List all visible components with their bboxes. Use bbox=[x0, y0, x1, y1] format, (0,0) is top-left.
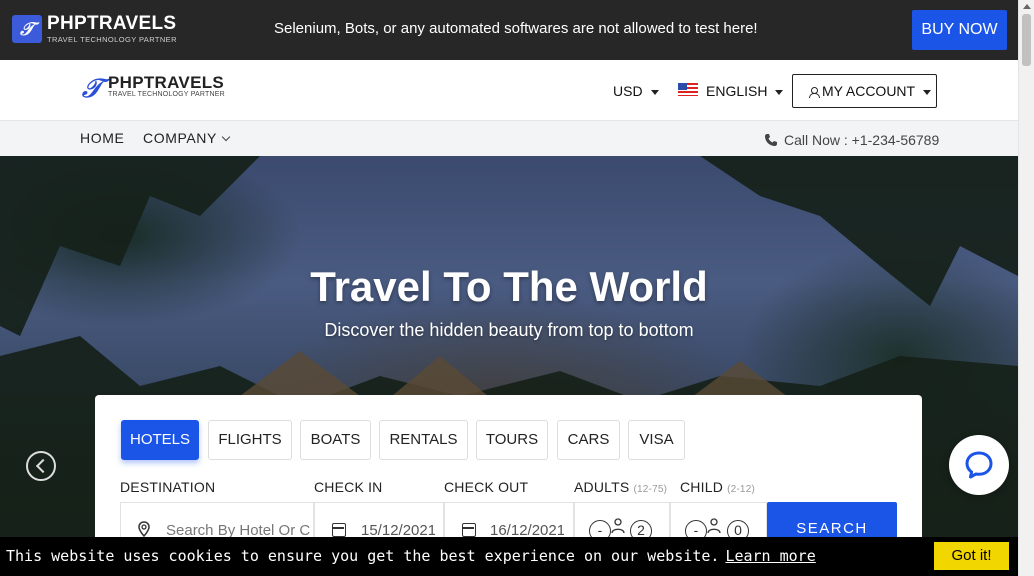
user-icon bbox=[809, 87, 820, 98]
currency-label: USD bbox=[613, 83, 643, 99]
map-pin-icon bbox=[138, 521, 150, 537]
adults-label: ADULTS bbox=[574, 479, 630, 495]
us-flag-icon bbox=[678, 83, 698, 96]
my-account-button[interactable]: MY ACCOUNT bbox=[792, 74, 937, 108]
tab-boats[interactable]: BOATS bbox=[300, 420, 371, 460]
person-icon bbox=[707, 518, 721, 534]
phone-icon bbox=[765, 134, 777, 146]
tab-cars[interactable]: CARS bbox=[557, 420, 620, 460]
caret-down-icon bbox=[923, 89, 932, 95]
caret-down-icon bbox=[775, 89, 784, 95]
page-scrollbar[interactable] bbox=[1018, 0, 1034, 576]
my-account-label: MY ACCOUNT bbox=[822, 83, 916, 99]
brand-logo-icon[interactable]: 𝒯 bbox=[12, 15, 42, 43]
destination-label: DESTINATION bbox=[120, 479, 216, 495]
site-logo-icon[interactable]: 𝒯 bbox=[82, 74, 106, 102]
calendar-icon bbox=[332, 523, 346, 537]
chevron-down-icon bbox=[221, 132, 231, 142]
nav-company-label: COMPANY bbox=[143, 130, 217, 146]
scroll-thumb[interactable] bbox=[1022, 14, 1031, 66]
hero-title: Travel To The World bbox=[310, 263, 708, 310]
child-label: CHILD bbox=[680, 479, 724, 495]
checkin-label: CHECK IN bbox=[314, 479, 383, 495]
carousel-prev-arrow-icon[interactable] bbox=[26, 451, 56, 481]
adults-label-group: ADULTS (12-75) bbox=[574, 479, 667, 495]
language-label: ENGLISH bbox=[706, 83, 768, 99]
child-range: (2-12) bbox=[727, 484, 755, 495]
site-logo-name[interactable]: PHPTRAVELS bbox=[108, 73, 224, 93]
automation-notice: Selenium, Bots, or any automated softwar… bbox=[274, 20, 758, 37]
site-logo-tagline: TRAVEL TECHNOLOGY PARTNER bbox=[108, 91, 225, 98]
tab-rentals[interactable]: RENTALS bbox=[379, 420, 468, 460]
child-label-group: CHILD (2-12) bbox=[680, 479, 755, 495]
chat-widget-button[interactable] bbox=[949, 435, 1009, 495]
buy-now-button[interactable]: BUY NOW bbox=[912, 10, 1007, 50]
nav-home-link[interactable]: HOME bbox=[80, 130, 124, 146]
tab-flights[interactable]: FLIGHTS bbox=[208, 420, 292, 460]
hero-subtitle: Discover the hidden beauty from top to b… bbox=[324, 320, 694, 340]
cookie-text: This website uses cookies to ensure you … bbox=[6, 547, 720, 565]
chat-bubble-icon bbox=[965, 451, 993, 479]
top-bar: 𝒯 PHPTRAVELS TRAVEL TECHNOLOGY PARTNER S… bbox=[0, 0, 1018, 60]
checkout-label: CHECK OUT bbox=[444, 479, 529, 495]
brand-name[interactable]: PHPTRAVELS bbox=[47, 13, 176, 35]
tab-visa[interactable]: VISA bbox=[628, 420, 685, 460]
call-now-text[interactable]: Call Now : +1-234-56789 bbox=[784, 132, 939, 148]
scroll-up-arrow-icon[interactable] bbox=[1023, 4, 1031, 9]
cookie-accept-button[interactable]: Got it! bbox=[934, 542, 1009, 570]
brand-tagline: TRAVEL TECHNOLOGY PARTNER bbox=[47, 35, 177, 44]
language-dropdown[interactable]: ENGLISH bbox=[706, 83, 784, 99]
tab-hotels[interactable]: HOTELS bbox=[121, 420, 199, 460]
nav-company-dropdown[interactable]: COMPANY bbox=[143, 130, 231, 146]
tab-tours[interactable]: TOURS bbox=[476, 420, 548, 460]
cookie-learn-more-link[interactable]: Learn more bbox=[725, 547, 815, 565]
calendar-icon bbox=[462, 523, 476, 537]
cookie-banner: This website uses cookies to ensure you … bbox=[0, 537, 1018, 576]
cookie-message: This website uses cookies to ensure you … bbox=[6, 547, 816, 565]
person-icon bbox=[611, 518, 625, 534]
main-header: 𝒯 PHPTRAVELS TRAVEL TECHNOLOGY PARTNER U… bbox=[0, 60, 1018, 120]
currency-dropdown[interactable]: USD bbox=[613, 83, 659, 99]
navigation-bar: HOME COMPANY Call Now : +1-234-56789 bbox=[0, 120, 1018, 156]
caret-down-icon bbox=[650, 89, 659, 95]
adults-range: (12-75) bbox=[633, 484, 668, 495]
